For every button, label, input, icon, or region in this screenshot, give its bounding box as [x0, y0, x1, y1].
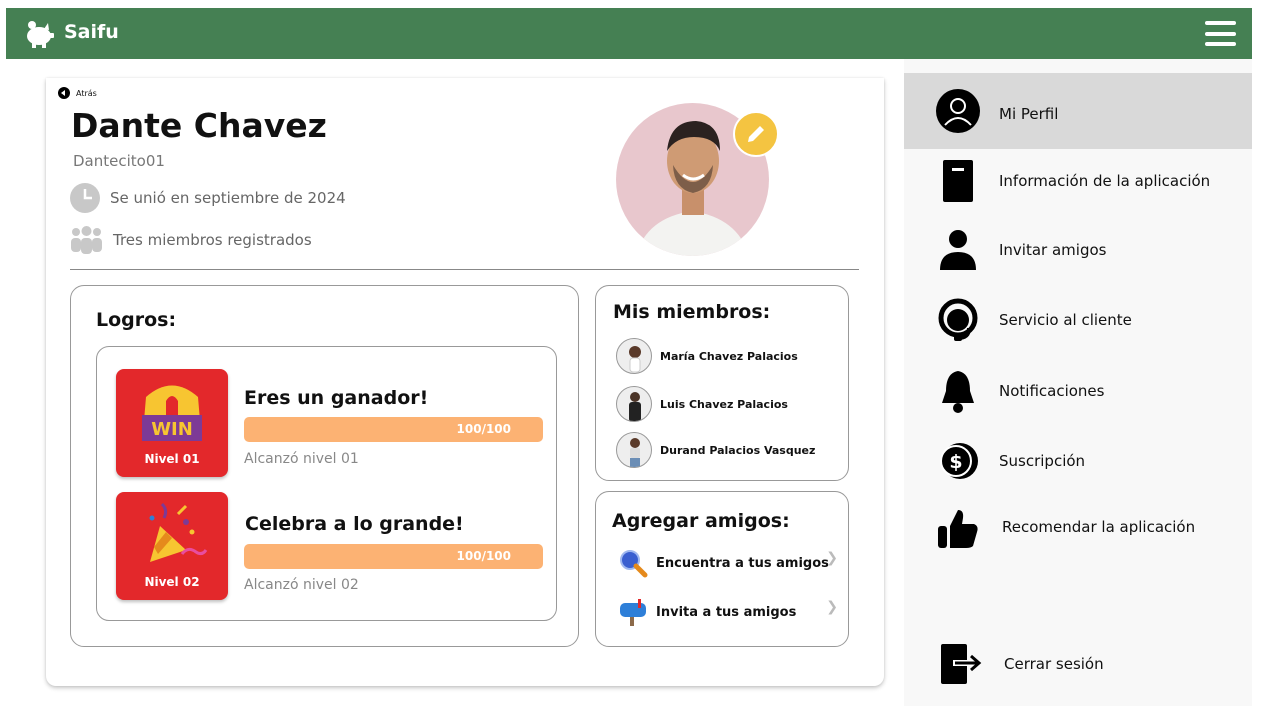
book-icon	[943, 160, 973, 202]
bell-icon	[942, 371, 974, 413]
sidebar-item-label: Servicio al cliente	[999, 311, 1132, 329]
logout-icon	[941, 644, 982, 684]
sidebar-item-recommend[interactable]: Recomendar la aplicación	[904, 490, 1252, 566]
app-name: Saifu	[64, 21, 119, 43]
profile-name: Dante Chavez	[71, 106, 327, 145]
logout-label: Cerrar sesión	[1004, 655, 1104, 673]
member-avatar	[616, 338, 652, 374]
find-friends-label: Encuentra a tus amigos	[656, 555, 829, 571]
members-title: Mis miembros:	[613, 301, 771, 323]
find-friends-link[interactable]: Encuentra a tus amigos ❯	[618, 548, 838, 578]
progress-text: 100/100	[456, 422, 511, 436]
members-row: Tres miembros registrados	[70, 226, 312, 254]
member-item[interactable]: Luis Chavez Palacios	[616, 386, 788, 422]
invite-friends-label: Invita a tus amigos	[656, 604, 797, 620]
sidebar-item-label: Mi Perfil	[999, 105, 1059, 123]
profile-username: Dantecito01	[73, 152, 165, 170]
member-name: Durand Palacios Vasquez	[660, 443, 816, 457]
member-avatar	[616, 386, 652, 422]
back-label: Atrás	[76, 88, 97, 98]
members-count-text: Tres miembros registrados	[113, 231, 312, 249]
chevron-right-icon: ❯	[826, 550, 838, 566]
achievements-title: Logros:	[96, 309, 177, 331]
group-icon	[71, 226, 102, 254]
achievement-badge[interactable]: WIN Nivel 01	[116, 369, 228, 477]
joined-text: Se unió en septiembre de 2024	[110, 189, 346, 207]
hamburger-icon[interactable]	[1205, 21, 1236, 46]
member-name: María Chavez Palacios	[660, 349, 798, 363]
member-avatar	[616, 432, 652, 468]
sidebar-item-label: Recomendar la aplicación	[1002, 518, 1196, 536]
member-item[interactable]: María Chavez Palacios	[616, 338, 798, 374]
back-arrow-icon	[58, 87, 70, 99]
thumbs-up-icon	[938, 510, 978, 548]
member-name: Luis Chavez Palacios	[660, 397, 788, 411]
achievement-progress-bar: 100/100	[244, 417, 543, 442]
sidebar-item-profile[interactable]: Mi Perfil	[904, 73, 1252, 149]
piggy-bank-icon[interactable]	[22, 17, 56, 51]
sidebar-item-notifications[interactable]: Notificaciones	[904, 353, 1252, 429]
coin-icon: $	[940, 443, 978, 479]
achievement-level: Nivel 02	[144, 575, 200, 589]
profile-icon	[936, 89, 980, 133]
party-popper-icon	[149, 502, 208, 562]
clock-icon	[70, 183, 100, 213]
achievement-title: Celebra a lo grande!	[245, 513, 464, 535]
profile-divider	[70, 269, 859, 270]
member-item[interactable]: Durand Palacios Vasquez	[616, 432, 815, 468]
sidebar-item-invite[interactable]: Invitar amigos	[904, 212, 1252, 288]
win-trophy-icon: WIN	[142, 385, 202, 441]
edit-profile-button[interactable]	[733, 111, 779, 157]
logout-button[interactable]: Cerrar sesión	[904, 626, 1252, 702]
achievement-subtitle: Alcanzó nivel 02	[244, 577, 359, 593]
headset-icon	[938, 298, 978, 341]
achievement-title: Eres un ganador!	[244, 387, 429, 409]
magnifier-icon	[620, 550, 648, 578]
sidebar-item-subscription[interactable]: $ Suscripción	[904, 423, 1252, 499]
sidebar-item-app-info[interactable]: Información de la aplicación	[904, 144, 1252, 220]
sidebar-item-label: Suscripción	[999, 452, 1086, 470]
add-friends-title: Agregar amigos:	[612, 510, 790, 532]
win-text: WIN	[151, 419, 193, 440]
sidebar-item-label: Información de la aplicación	[999, 172, 1211, 190]
sidebar-item-support[interactable]: Servicio al cliente	[904, 282, 1252, 358]
top-bar: Saifu	[6, 8, 1252, 59]
mailbox-icon	[620, 599, 646, 626]
invite-friends-link[interactable]: Invita a tus amigos ❯	[618, 597, 838, 627]
back-link[interactable]: Atrás	[58, 87, 97, 99]
pencil-icon	[748, 126, 764, 142]
achievement-progress-bar: 100/100	[244, 544, 543, 569]
achievement-level: Nivel 01	[144, 452, 200, 466]
chevron-right-icon: ❯	[826, 599, 838, 615]
svg-text:$: $	[949, 451, 962, 473]
sidebar-item-label: Invitar amigos	[999, 241, 1107, 259]
person-icon	[940, 230, 976, 270]
achievement-subtitle: Alcanzó nivel 01	[244, 451, 359, 467]
achievement-badge[interactable]: Nivel 02	[116, 492, 228, 600]
progress-text: 100/100	[456, 549, 511, 563]
sidebar-item-label: Notificaciones	[999, 382, 1105, 400]
joined-row: Se unió en septiembre de 2024	[70, 183, 346, 213]
